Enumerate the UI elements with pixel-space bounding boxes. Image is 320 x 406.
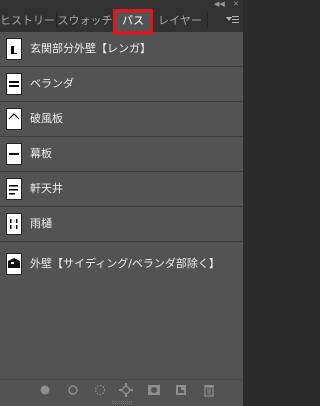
menu-line (232, 22, 239, 23)
delete-path-icon[interactable] (201, 382, 217, 398)
panel-title-strip (0, 0, 243, 9)
paths-panel: ◀◀ ✕ ヒストリー スウォッチ パス レイヤー 玄関部分外壁【レンガ】 ベラン… (0, 0, 243, 406)
panel-bottom-toolbar (0, 379, 243, 401)
path-row[interactable]: 幕板 (0, 137, 243, 172)
close-icon[interactable]: ✕ (233, 0, 239, 9)
path-name: 幕板 (30, 147, 52, 160)
path-name: ベランダ (30, 77, 74, 90)
tab-history[interactable]: ヒストリー (0, 9, 55, 32)
tab-swatches[interactable]: スウォッチ (57, 9, 113, 32)
path-thumbnail (6, 213, 22, 235)
fill-path-icon[interactable] (37, 382, 53, 398)
path-list-empty-area (0, 283, 243, 379)
tab-divider (207, 13, 208, 28)
load-as-selection-icon[interactable] (92, 382, 108, 398)
path-name: 破風板 (30, 112, 63, 125)
path-name: 軒天井 (30, 182, 63, 195)
path-thumbnail (6, 38, 22, 60)
stroke-path-icon[interactable] (65, 382, 81, 398)
path-list: 玄関部分外壁【レンガ】 ベランダ 破風板 幕板 軒天井 雨樋 外壁【サイディング… (0, 32, 243, 286)
path-row[interactable]: 外壁【サイディング/ベランダ部除く】 (0, 242, 243, 286)
menu-line (232, 16, 239, 17)
panel-menu-icon[interactable] (226, 14, 240, 26)
path-thumbnail (6, 73, 22, 95)
tab-layers[interactable]: レイヤー (153, 9, 207, 32)
path-row[interactable]: 雨樋 (0, 207, 243, 242)
path-row[interactable]: 玄関部分外壁【レンガ】 (0, 32, 243, 67)
add-mask-icon[interactable] (146, 382, 162, 398)
menu-line (232, 19, 239, 20)
path-thumbnail (6, 143, 22, 165)
resize-grip[interactable] (112, 401, 132, 404)
create-new-path-icon[interactable] (173, 382, 189, 398)
tab-paths[interactable]: パス (114, 9, 152, 32)
path-row[interactable]: 軒天井 (0, 172, 243, 207)
panel-tab-bar: ヒストリー スウォッチ パス レイヤー (0, 9, 243, 32)
path-row[interactable]: ベランダ (0, 67, 243, 102)
path-row[interactable]: 破風板 (0, 102, 243, 137)
path-name: 外壁【サイディング/ベランダ部除く】 (30, 257, 220, 270)
path-thumbnail (6, 108, 22, 130)
path-name: 雨樋 (30, 217, 52, 230)
path-thumbnail (6, 178, 22, 200)
double-chevron-left-icon[interactable]: ◀◀ (214, 0, 225, 9)
path-thumbnail (6, 253, 22, 275)
path-name: 玄関部分外壁【レンガ】 (30, 42, 151, 55)
make-work-path-icon[interactable] (118, 382, 134, 398)
